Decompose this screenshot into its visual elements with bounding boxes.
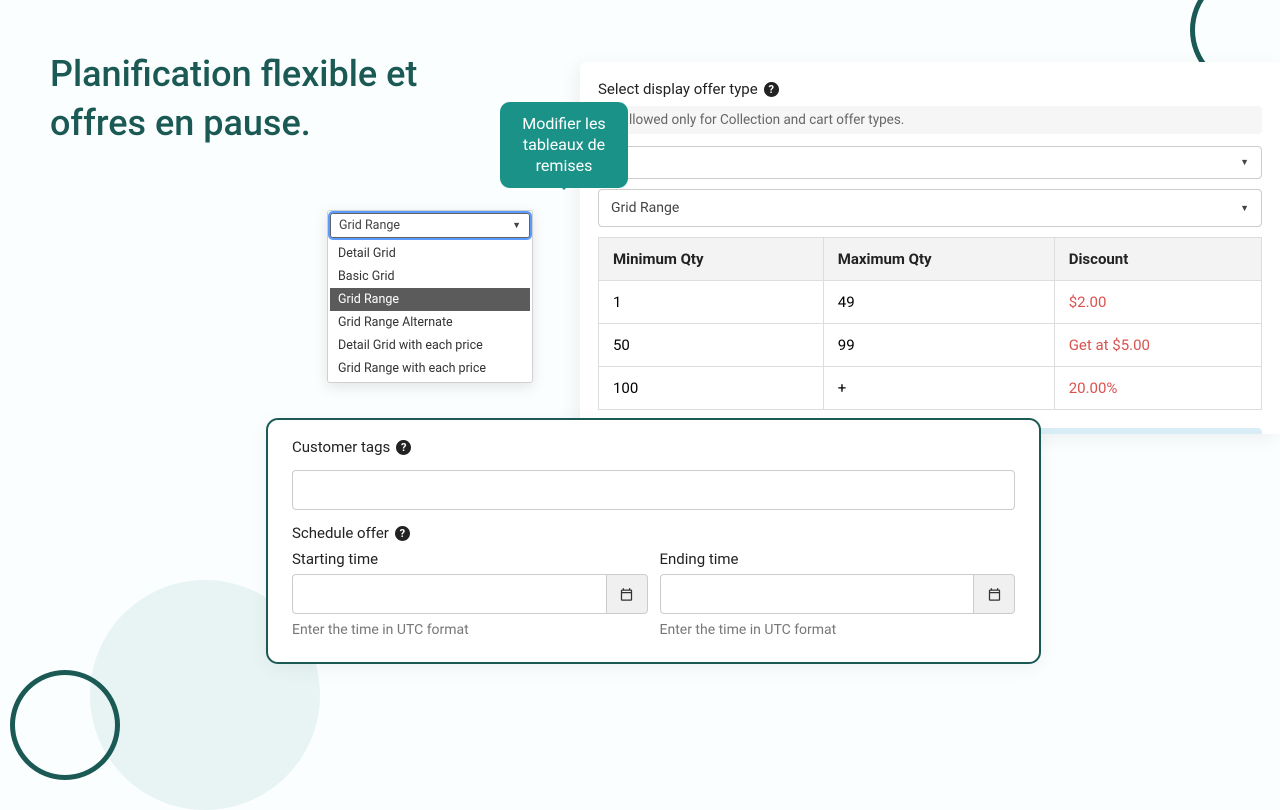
grid-type-option[interactable]: Grid Range with each price (330, 357, 530, 380)
grid-type-option[interactable]: Basic Grid (330, 265, 530, 288)
schedule-offer-label: Schedule offer (292, 524, 389, 542)
grid-type-option[interactable]: Grid Range (330, 288, 530, 311)
grid-type-options: Detail GridBasic GridGrid RangeGrid Rang… (330, 242, 530, 380)
help-icon[interactable]: ? (396, 440, 411, 455)
page-title: Planification flexible et offres en paus… (50, 50, 510, 147)
cell-discount: Get at $5.00 (1054, 324, 1261, 367)
customer-tags-label: Customer tags (292, 438, 390, 456)
decorative-circle-bl (10, 670, 120, 780)
grid-type-select-value: Grid Range (339, 218, 400, 233)
display-offer-label: Select display offer type (598, 80, 758, 98)
caret-down-icon: ▼ (512, 220, 521, 231)
cell-discount: $2.00 (1054, 281, 1261, 324)
display-offer-card: Select display offer type ? is allowed o… (580, 62, 1280, 434)
table-header: Maximum Qty (823, 238, 1054, 281)
ending-time-input[interactable] (660, 574, 974, 614)
cell-min: 100 (599, 367, 824, 410)
caret-down-icon: ▼ (1240, 157, 1249, 168)
help-icon[interactable]: ? (764, 82, 779, 97)
table-row: 100+20.00% (599, 367, 1262, 410)
tooltip-edit-discount-tables: Modifier les tableaux de remises (500, 102, 628, 188)
grid-type-option[interactable]: Detail Grid (330, 242, 530, 265)
cell-discount: 20.00% (1054, 367, 1261, 410)
offer-type-select-1[interactable]: ▼ (598, 146, 1262, 179)
ending-time-calendar-button[interactable] (973, 574, 1015, 614)
cell-max: 99 (823, 324, 1054, 367)
cell-min: 50 (599, 324, 824, 367)
cell-min: 1 (599, 281, 824, 324)
table-row: 5099Get at $5.00 (599, 324, 1262, 367)
starting-time-label: Starting time (292, 550, 648, 568)
customer-tags-input[interactable] (292, 470, 1015, 510)
help-icon[interactable]: ? (395, 526, 410, 541)
table-row: 149$2.00 (599, 281, 1262, 324)
ending-time-label: Ending time (660, 550, 1016, 568)
starting-time-input[interactable] (292, 574, 606, 614)
starting-time-hint: Enter the time in UTC format (292, 622, 648, 638)
caret-down-icon: ▼ (1240, 203, 1249, 214)
table-header: Minimum Qty (599, 238, 824, 281)
cell-max: 49 (823, 281, 1054, 324)
grid-type-select[interactable]: Grid Range ▼ (330, 213, 530, 238)
ending-time-hint: Enter the time in UTC format (660, 622, 1016, 638)
grid-type-option[interactable]: Grid Range Alternate (330, 311, 530, 334)
discount-table: Minimum QtyMaximum QtyDiscount 149$2.005… (598, 237, 1262, 410)
calendar-icon (619, 587, 634, 602)
offer-type-select-2[interactable]: Grid Range ▼ (598, 189, 1262, 227)
calendar-icon (987, 587, 1002, 602)
cell-max: + (823, 367, 1054, 410)
grid-type-dropdown-panel: Grid Range ▼ Detail GridBasic GridGrid R… (327, 210, 533, 383)
grid-type-option[interactable]: Detail Grid with each price (330, 334, 530, 357)
starting-time-calendar-button[interactable] (606, 574, 648, 614)
schedule-card: Customer tags ? Schedule offer ? Startin… (266, 418, 1041, 664)
table-header: Discount (1054, 238, 1261, 281)
offer-type-select-2-value: Grid Range (611, 200, 1240, 216)
offer-type-note: is allowed only for Collection and cart … (598, 106, 1262, 134)
